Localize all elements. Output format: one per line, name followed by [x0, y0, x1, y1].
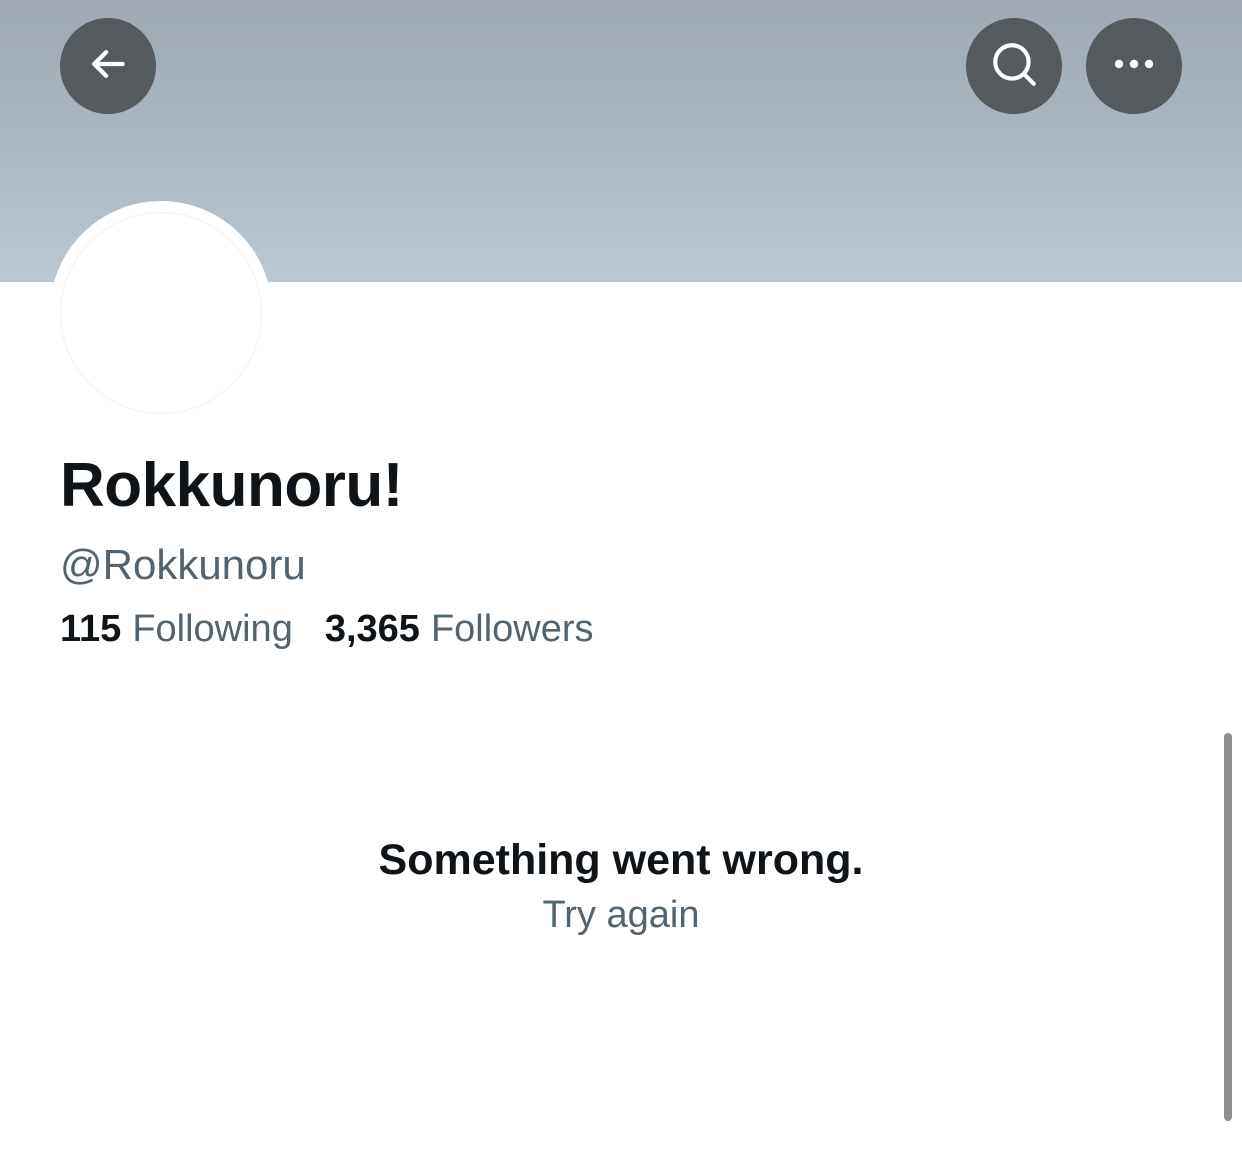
user-handle: @Rokkunoru — [60, 541, 306, 588]
display-name: Rokkunoru! — [60, 451, 403, 520]
more-button[interactable] — [1086, 18, 1182, 114]
more-horizontal-icon — [1112, 57, 1156, 75]
arrow-left-icon — [86, 42, 130, 91]
following-link[interactable]: 115 Following — [60, 606, 293, 652]
scrollbar[interactable] — [1224, 733, 1232, 1121]
error-message: Something went wrong. Try again — [0, 833, 1242, 939]
followers-label: Followers — [430, 608, 594, 650]
following-count: 115 — [60, 608, 122, 650]
try-again-button[interactable]: Try again — [543, 891, 700, 939]
error-title: Something went wrong. — [378, 836, 864, 884]
search-button[interactable] — [966, 18, 1062, 114]
profile-page: Rokkunoru! @Rokkunoru 115 Following 3,36… — [0, 0, 1242, 1150]
followers-count: 3,365 — [324, 608, 420, 650]
back-button[interactable] — [60, 18, 156, 114]
followers-link[interactable]: 3,365 Followers — [325, 606, 594, 652]
following-label: Following — [132, 608, 293, 650]
profile-stats: 115 Following 3,365 Followers — [60, 606, 594, 652]
avatar[interactable] — [60, 212, 262, 414]
search-icon — [989, 39, 1039, 94]
